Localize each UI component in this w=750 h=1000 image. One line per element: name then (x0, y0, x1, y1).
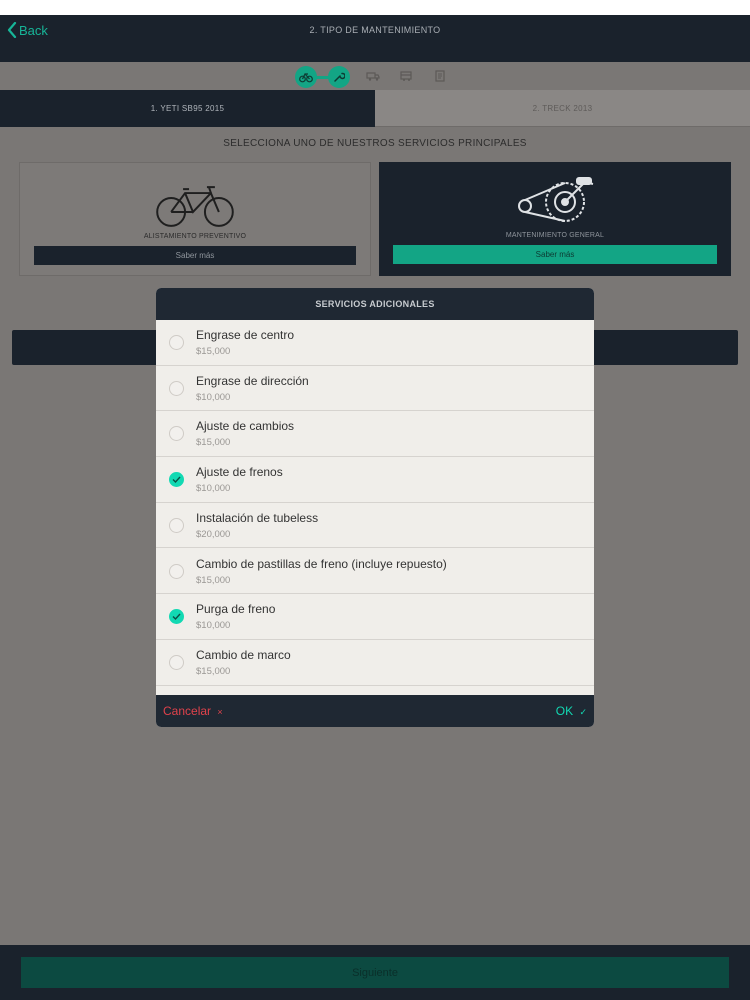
service-name: Engrase de centro (196, 328, 295, 342)
radio-button[interactable] (169, 517, 184, 533)
check-icon: ✓ (579, 707, 587, 717)
service-card-general[interactable]: MANTENIMIENTO GENERAL Saber más (379, 162, 731, 276)
page-title: 2. TIPO DE MANTENIMIENTO (309, 25, 441, 35)
service-name: Cambio de pastillas de freno (incluye re… (196, 556, 447, 571)
service-name: Instalación de tubeless (196, 510, 319, 525)
service-price: $15,000 (196, 574, 231, 586)
service-name: Cambio de marco (196, 647, 291, 662)
step-connector (315, 76, 329, 79)
bike-tabs: 1. YETI SB95 2015 2. TRECK 2013 (0, 90, 750, 127)
list-item[interactable]: Ajuste de frenos $10,000 (156, 457, 594, 503)
learn-more-button[interactable]: Saber más (393, 245, 717, 264)
radio-button[interactable] (169, 380, 184, 396)
section-title: SELECCIONA UNO DE NUESTROS SERVICIOS PRI… (223, 138, 527, 149)
chainring-icon (518, 177, 594, 222)
cancel-button[interactable]: Cancelar × (163, 704, 223, 718)
service-price: $10,000 (196, 483, 231, 495)
radio-button[interactable] (169, 654, 184, 670)
card-caption: ALISTAMIENTO PREVENTIVO (143, 233, 247, 240)
ok-button[interactable]: OK ✓ (556, 704, 587, 718)
learn-more-button[interactable]: Saber más (34, 246, 356, 265)
list-item[interactable]: Cambio de marco $15,000 (156, 640, 594, 686)
service-price: $15,000 (196, 346, 231, 357)
service-price: $20,000 (196, 528, 231, 540)
list-item[interactable]: Ajuste de cambios $15,000 (156, 411, 594, 458)
check-icon (172, 613, 181, 621)
radio-button[interactable] (169, 426, 184, 442)
list-item[interactable]: Instalación de tubeless $20,000 (156, 503, 594, 549)
radio-button-checked[interactable] (169, 609, 184, 625)
modal-footer: Cancelar × OK ✓ (156, 695, 594, 727)
wrench-icon (334, 72, 345, 82)
service-card-preventive[interactable]: ALISTAMIENTO PREVENTIVO Saber más (19, 162, 371, 276)
radio-button[interactable] (169, 335, 184, 350)
service-price: $15,000 (196, 665, 231, 677)
check-icon (172, 476, 181, 484)
delivery-icon[interactable] (399, 70, 413, 82)
tab-bike-1[interactable]: 1. YETI SB95 2015 (0, 90, 375, 127)
step-bike[interactable] (295, 66, 317, 88)
next-button[interactable]: Siguiente (21, 957, 729, 988)
step-indicator (0, 62, 750, 90)
cancel-label: Cancelar (163, 704, 212, 718)
service-name: Engrase de dirección (196, 373, 309, 388)
service-name: Ajuste de frenos (196, 465, 283, 480)
ok-label: OK (555, 704, 574, 718)
bike-icon (299, 72, 313, 83)
list-item[interactable]: Cambio de pastillas de freno (incluye re… (156, 549, 594, 595)
truck-icon[interactable] (366, 70, 380, 82)
step-maintenance[interactable] (328, 66, 350, 88)
services-list: Engrase de centro $15,000 Engrase de dir… (156, 320, 594, 695)
service-price: $10,000 (196, 620, 231, 632)
radio-button[interactable] (169, 563, 184, 579)
close-icon: × (217, 707, 223, 717)
list-item[interactable]: Purga de freno $10,000 (156, 594, 594, 640)
receipt-icon[interactable] (433, 70, 447, 82)
service-name: Purga de freno (196, 602, 276, 617)
list-item[interactable]: Engrase de centro $15,000 (156, 320, 594, 366)
additional-services-modal: SERVICIOS ADICIONALES Engrase de centro … (156, 288, 594, 727)
status-area (0, 0, 750, 15)
bicycle-icon (156, 186, 234, 227)
service-price: $10,000 (196, 391, 231, 403)
card-caption: MANTENIMIENTO GENERAL (505, 232, 605, 239)
service-price: $15,000 (196, 437, 231, 449)
modal-title: SERVICIOS ADICIONALES (156, 288, 594, 320)
radio-button-checked[interactable] (169, 472, 184, 488)
navigation-bar (0, 15, 750, 62)
list-item[interactable]: Engrase de dirección $10,000 (156, 366, 594, 412)
service-name: Ajuste de cambios (196, 419, 295, 434)
tab-bike-2[interactable]: 2. TRECK 2013 (375, 90, 750, 127)
